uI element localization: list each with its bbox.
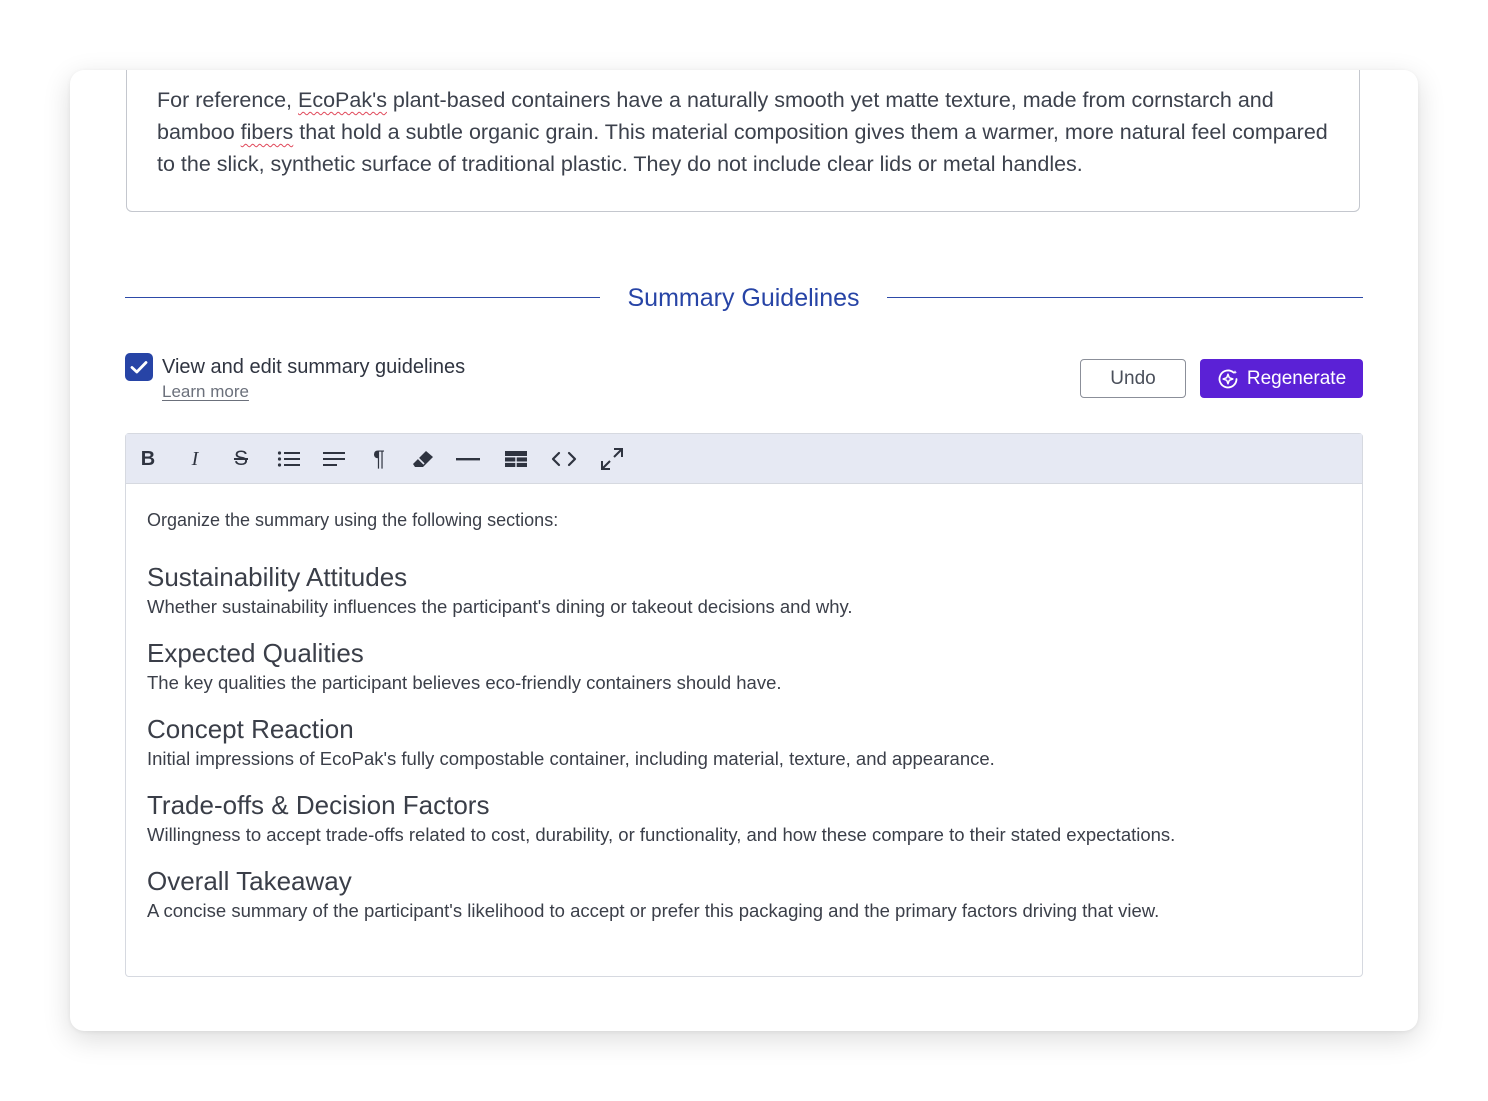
regenerate-button-label: Regenerate [1246,367,1347,389]
eraser-icon [413,451,433,467]
ref-text-part: that hold a subtle organic grain. This m… [157,120,1328,176]
rich-text-editor[interactable]: B I S ¶ Organize the summary using the f… [125,433,1363,977]
section-heading: Sustainability Attitudes [147,562,408,592]
align-icon [323,452,345,466]
section-heading: Trade-offs & Decision Factors [147,790,490,820]
misspelled-word: EcoPak's [298,88,387,112]
section-body: Initial impressions of EcoPak's fully co… [147,748,995,769]
section-divider-right [887,297,1363,298]
editor-content[interactable]: Organize the summary using the following… [147,508,1342,942]
undo-button-label: Undo [1110,367,1156,389]
summary-card: For reference, EcoPak's plant-based cont… [70,70,1418,1031]
expand-icon [601,448,623,470]
bold-icon: B [140,447,156,470]
table-button[interactable] [502,446,530,472]
table-icon [505,451,527,467]
italic-icon: I [191,447,199,470]
paragraph-button[interactable]: ¶ [365,446,393,472]
editor-toolbar: B I S ¶ [126,434,1362,484]
guideline-section: Expected Qualities The key qualities the… [147,638,1342,695]
editor-intro: Organize the summary using the following… [147,510,559,530]
sparkle-icon [1218,369,1238,388]
section-heading: Concept Reaction [147,714,354,744]
reference-textarea[interactable]: For reference, EcoPak's plant-based cont… [126,70,1360,212]
section-heading: Expected Qualities [147,638,364,668]
reference-text: For reference, EcoPak's plant-based cont… [157,84,1337,180]
guideline-section: Concept Reaction Initial impressions of … [147,714,1342,771]
guideline-section: Trade-offs & Decision Factors Willingnes… [147,790,1342,847]
learn-more-link[interactable]: Learn more [162,382,249,402]
checkmark-icon [130,361,148,374]
section-body: Willingness to accept trade-offs related… [147,824,1176,845]
clear-format-button[interactable] [409,446,437,472]
section-title: Summary Guidelines [627,284,860,312]
guideline-section: Overall Takeaway A concise summary of th… [147,866,1342,923]
horizontal-rule-button[interactable] [454,446,482,472]
italic-button[interactable]: I [181,446,209,472]
ref-text-part: For reference, [157,88,298,112]
code-icon [551,451,577,467]
section-divider-left [125,297,600,298]
strikethrough-icon: S [233,447,248,470]
view-edit-guidelines-checkbox[interactable] [125,353,153,381]
checkbox-label: View and edit summary guidelines [162,356,466,378]
code-button[interactable] [550,446,578,472]
regenerate-button[interactable]: Regenerate [1200,359,1363,398]
paragraph-icon: ¶ [373,446,385,471]
section-body: A concise summary of the participant's l… [147,900,1160,921]
section-body: Whether sustainability influences the pa… [147,596,853,617]
section-heading: Overall Takeaway [147,866,352,896]
strikethrough-button[interactable]: S [227,446,255,472]
undo-button[interactable]: Undo [1080,359,1186,398]
align-button[interactable] [320,446,348,472]
bullet-list-icon [277,451,300,467]
misspelled-word: fibers [240,120,294,144]
guideline-section: Sustainability Attitudes Whether sustain… [147,562,1342,619]
bullet-list-button[interactable] [275,446,303,472]
horizontal-rule-icon [456,458,480,461]
bold-button[interactable]: B [134,446,162,472]
section-body: The key qualities the participant believ… [147,672,782,693]
fullscreen-button[interactable] [598,446,626,472]
